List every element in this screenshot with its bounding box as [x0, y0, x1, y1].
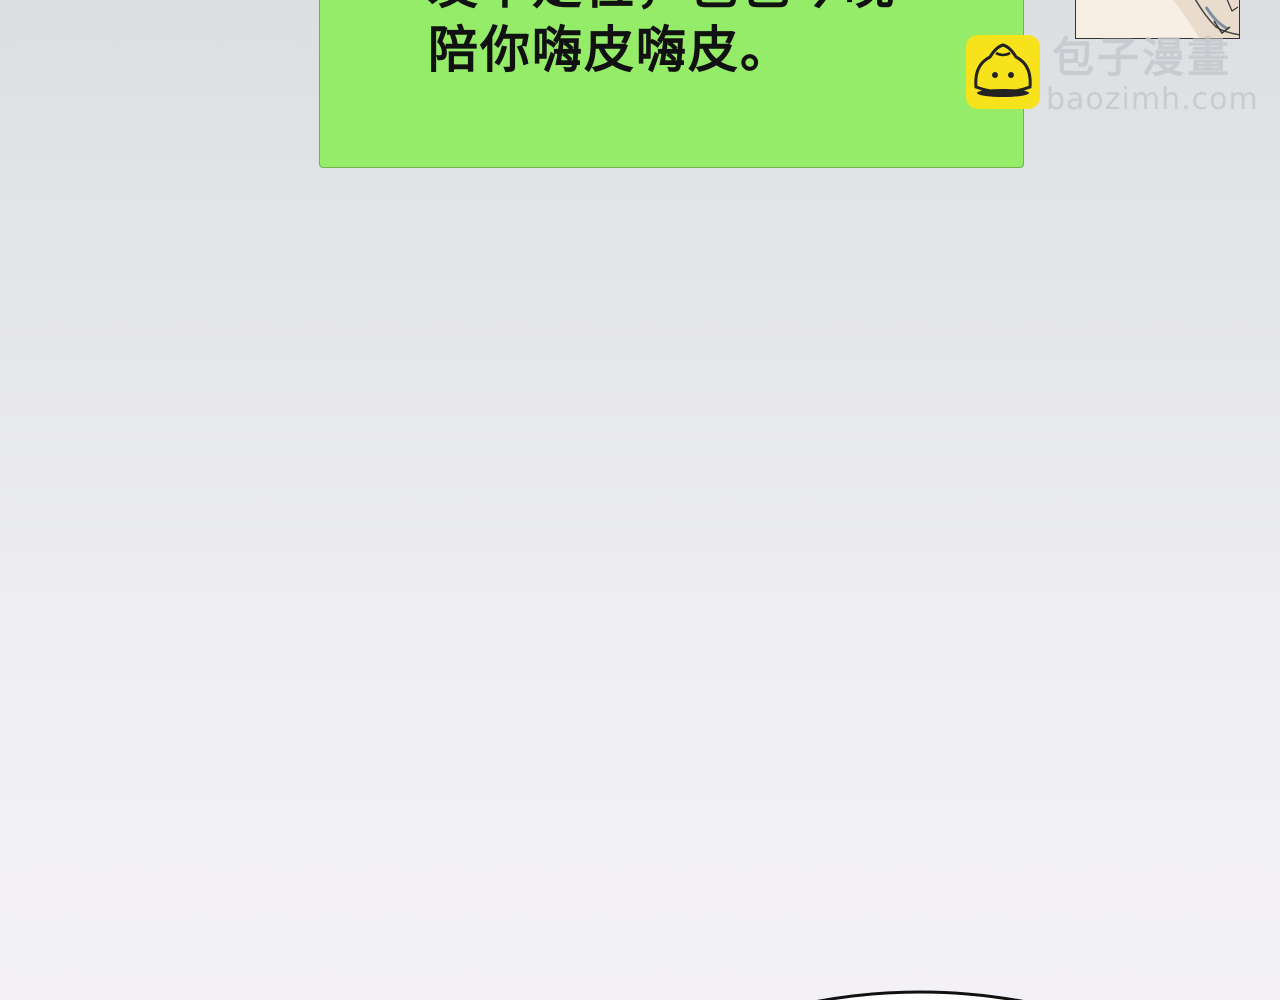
comic-panel: 发个定位，爸爸今晚 陪你嗨皮嗨皮。 包子漫畫 baozimh.com — [0, 0, 1280, 1000]
message-line-2: 陪你嗨皮嗨皮。 — [428, 21, 792, 79]
watermark-domain: baozimh.com — [1046, 82, 1259, 117]
watermark-name: 包子漫畫 — [1052, 33, 1233, 82]
message-line-1: 发个定位，爸爸今晚 — [428, 0, 896, 11]
chat-message-bubble: 发个定位，爸爸今晚 陪你嗨皮嗨皮。 — [319, 0, 1024, 168]
watermark: 包子漫畫 baozimh.com — [966, 35, 1266, 115]
bun-logo-icon — [966, 35, 1040, 109]
speech-bubble-edge — [816, 990, 1024, 1000]
